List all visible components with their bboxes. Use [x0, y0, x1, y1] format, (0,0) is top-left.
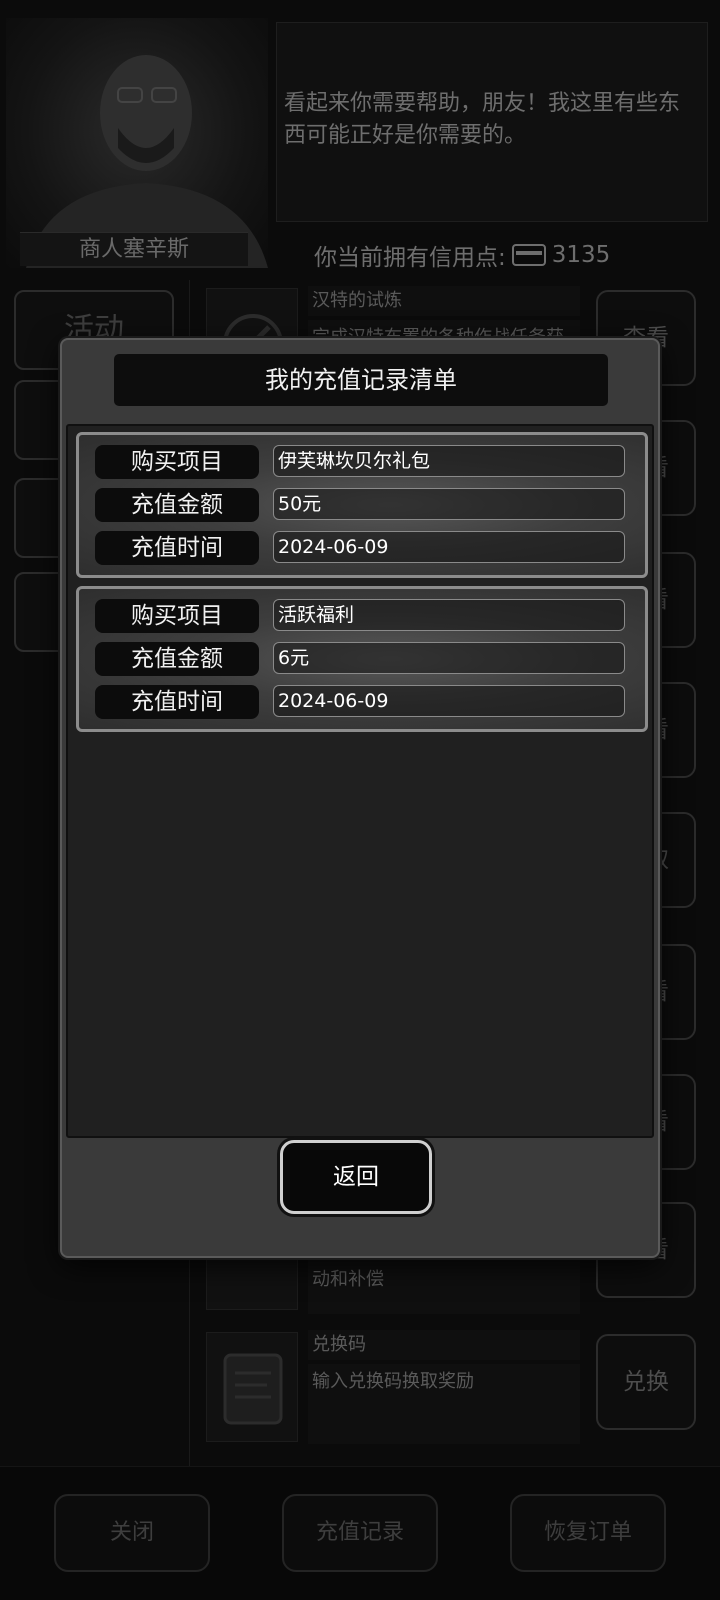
record-item-row: 购买项目 活跃福利 — [95, 599, 635, 633]
item-value: 伊芙琳坎贝尔礼包 — [273, 445, 625, 477]
amount-label: 充值金额 — [95, 488, 259, 522]
back-button[interactable]: 返回 — [280, 1140, 432, 1214]
list-item: 兑换码 输入兑换码换取奖励 兑换 — [196, 1322, 716, 1452]
record-time-row: 充值时间 2024-06-09 — [95, 685, 635, 719]
credits-display: 你当前拥有信用点: 3135 — [314, 238, 610, 272]
dialog-title: 我的充值记录清单 — [114, 354, 608, 406]
time-label: 充值时间 — [95, 531, 259, 565]
record-card: 购买项目 伊芙琳坎贝尔礼包 充值金额 50元 充值时间 2024-06-09 — [76, 432, 648, 578]
item-value: 活跃福利 — [273, 599, 625, 631]
record-item-row: 购买项目 伊芙琳坎贝尔礼包 — [95, 445, 635, 479]
record-time-row: 充值时间 2024-06-09 — [95, 531, 635, 565]
list-item-desc: 输入兑换码换取奖励 — [308, 1364, 580, 1444]
record-amount-row: 充值金额 50元 — [95, 488, 635, 522]
recharge-records-dialog: 我的充值记录清单 购买项目 伊芙琳坎贝尔礼包 充值金额 50元 充值时间 202… — [60, 338, 660, 1258]
time-label: 充值时间 — [95, 685, 259, 719]
amount-value: 6元 — [273, 642, 625, 674]
merchant-avatar-icon — [26, 55, 268, 268]
merchant-dialogue: 看起来你需要帮助，朋友！我这里有些东西可能正好是你需要的。 — [284, 91, 681, 148]
item-label: 购买项目 — [95, 445, 259, 479]
credits-value: 3135 — [551, 242, 611, 268]
amount-label: 充值金额 — [95, 642, 259, 676]
list-item-title: 汉特的试炼 — [308, 286, 580, 316]
credit-card-icon — [511, 244, 546, 266]
record-amount-row: 充值金额 6元 — [95, 642, 635, 676]
merchant-name: 商人塞辛斯 — [20, 232, 248, 266]
restore-orders-button[interactable]: 恢复订单 — [510, 1494, 666, 1572]
time-value: 2024-06-09 — [273, 531, 625, 563]
close-button[interactable]: 关闭 — [54, 1494, 210, 1572]
merchant-portrait — [6, 18, 268, 268]
time-value: 2024-06-09 — [273, 685, 625, 717]
recharge-records-button[interactable]: 充值记录 — [282, 1494, 438, 1572]
records-list[interactable]: 购买项目 伊芙琳坎贝尔礼包 充值金额 50元 充值时间 2024-06-09 购… — [66, 424, 654, 1138]
credits-label: 你当前拥有信用点: — [314, 245, 506, 271]
scroll-icon — [206, 1332, 298, 1442]
record-card: 购买项目 活跃福利 充值金额 6元 充值时间 2024-06-09 — [76, 586, 648, 732]
amount-value: 50元 — [273, 488, 625, 520]
item-label: 购买项目 — [95, 599, 259, 633]
list-item-title: 兑换码 — [308, 1330, 580, 1360]
redeem-button[interactable]: 兑换 — [596, 1334, 696, 1430]
